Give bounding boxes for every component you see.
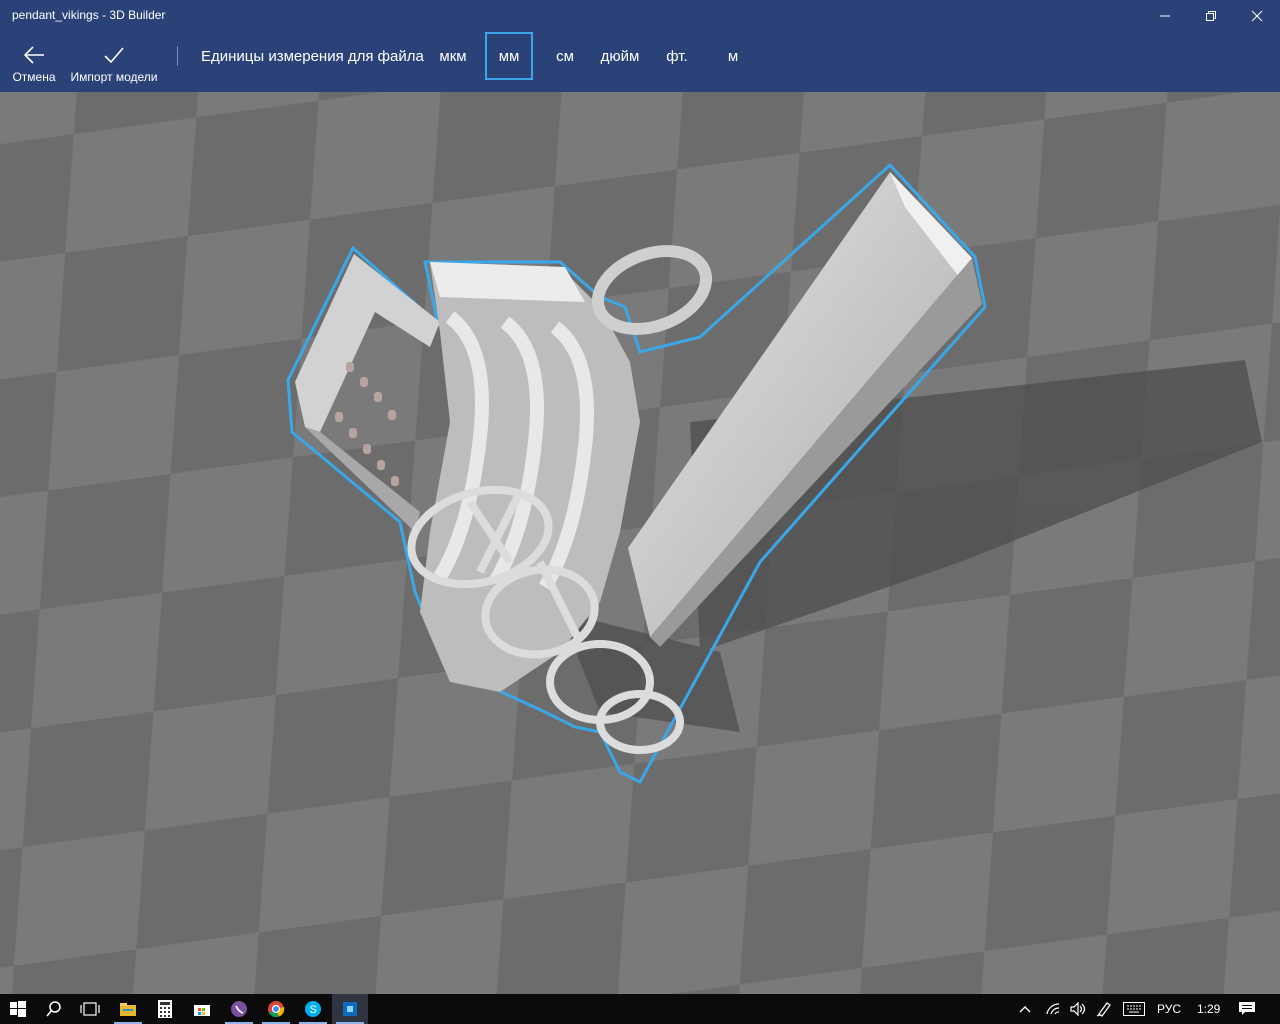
notifications-icon: [1239, 1002, 1255, 1015]
pen-workspace-button[interactable]: [1090, 994, 1118, 1024]
store-icon: [194, 1005, 210, 1016]
action-center-button[interactable]: [1230, 994, 1264, 1024]
keyboard-icon: [1123, 1002, 1145, 1016]
clock[interactable]: 1:29: [1197, 1002, 1220, 1016]
search-button[interactable]: [36, 994, 72, 1024]
chevron-up-icon: [1019, 1006, 1031, 1013]
cancel-button[interactable]: Отмена: [6, 32, 62, 92]
minimize-button[interactable]: [1142, 0, 1188, 32]
import-label: Импорт модели: [70, 70, 158, 84]
store-taskbar[interactable]: [184, 994, 220, 1024]
task-view-icon: [80, 1002, 100, 1016]
unit-meter[interactable]: м: [715, 32, 751, 80]
scene-svg[interactable]: [0, 92, 1280, 994]
windows-start-icon: [10, 1001, 26, 1017]
calculator-icon: [158, 1000, 172, 1018]
viber-icon: [231, 1001, 247, 1017]
file-explorer-taskbar[interactable]: [110, 994, 146, 1024]
file-explorer-icon: [120, 1003, 136, 1016]
search-icon: [46, 1001, 61, 1017]
close-button[interactable]: [1234, 0, 1280, 32]
start-button[interactable]: [0, 994, 36, 1024]
model-top-face: [430, 262, 585, 302]
checkmark-icon: [104, 47, 124, 64]
import-model-button[interactable]: Импорт модели: [66, 32, 162, 92]
svg-text:S: S: [310, 1004, 317, 1016]
cancel-label: Отмена: [12, 70, 56, 84]
input-language[interactable]: РУС: [1157, 1002, 1181, 1016]
unit-foot[interactable]: фт.: [657, 32, 697, 80]
chrome-icon: [268, 1001, 285, 1018]
unit-millimeter[interactable]: мм: [485, 32, 533, 80]
restore-icon: [1206, 11, 1216, 21]
minimize-icon: [1160, 15, 1170, 17]
unit-centimeter[interactable]: см: [546, 32, 584, 80]
command-bar: Отмена Импорт модели Единицы измерения д…: [0, 32, 1280, 92]
unit-micrometer[interactable]: мкм: [433, 32, 473, 80]
skype-icon: S: [305, 1001, 321, 1017]
unit-inch[interactable]: дюйм: [596, 32, 644, 80]
pen-icon: [1096, 1002, 1111, 1017]
volume-icon: [1070, 1002, 1086, 1016]
title-bar: pendant_vikings - 3D Builder: [0, 0, 1280, 32]
calculator-taskbar[interactable]: [147, 994, 183, 1024]
restore-button[interactable]: [1188, 0, 1234, 32]
3d-builder-icon: [343, 1002, 357, 1016]
touch-keyboard-button[interactable]: [1118, 994, 1150, 1024]
taskbar: S РУС 1:29: [0, 994, 1280, 1024]
units-caption: Единицы измерения для файла: [201, 48, 424, 65]
chrome-taskbar[interactable]: [258, 994, 294, 1024]
window-title: pendant_vikings - 3D Builder: [12, 8, 166, 22]
back-arrow-icon: [23, 46, 44, 64]
volume-button[interactable]: [1064, 994, 1092, 1024]
task-view-button[interactable]: [72, 994, 108, 1024]
toolbar-separator: [177, 46, 178, 66]
3d-viewport[interactable]: [0, 92, 1280, 994]
3d-builder-taskbar[interactable]: [332, 994, 368, 1024]
skype-taskbar[interactable]: S: [295, 994, 331, 1024]
wifi-icon: [1046, 1003, 1060, 1015]
tray-overflow-button[interactable]: [1010, 994, 1040, 1024]
close-icon: [1251, 10, 1263, 22]
viber-taskbar[interactable]: [221, 994, 257, 1024]
